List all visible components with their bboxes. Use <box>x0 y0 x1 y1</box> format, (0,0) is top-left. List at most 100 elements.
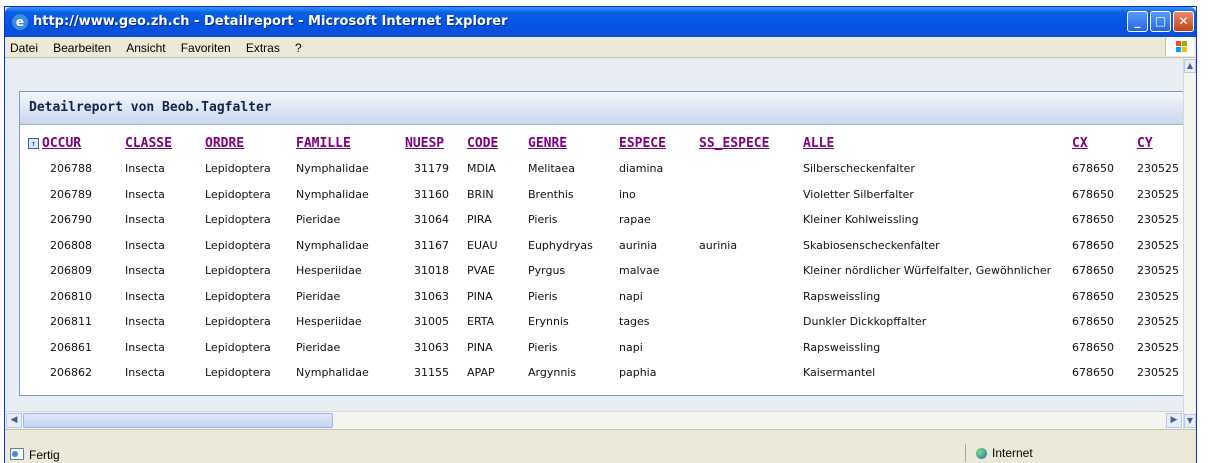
cell-classe: Insecta <box>125 315 165 329</box>
cell-cy: 230525 <box>1137 264 1179 278</box>
cell-nuesp: 31063 <box>414 289 449 303</box>
cell-code: PINA <box>467 340 493 354</box>
menu-extras[interactable]: Extras <box>241 38 285 55</box>
cell-ordre: Lepidoptera <box>205 289 271 303</box>
cell-ss-espece <box>699 284 803 310</box>
cell-code: PVAE <box>467 264 495 278</box>
cell-genre: Pieris <box>528 213 558 227</box>
cell-nuesp: 31005 <box>414 315 449 329</box>
table-row: 206810 Insecta Lepidoptera Pieridae 31063 PIN… <box>28 284 1183 310</box>
column-header-ordre[interactable]: ORDRE <box>205 136 296 156</box>
cell-cx: 678650 <box>1072 187 1114 201</box>
cell-classe: Insecta <box>125 238 165 252</box>
scroll-up-arrow-icon[interactable]: ▲ <box>1184 59 1196 73</box>
cell-ss-espece <box>699 360 803 386</box>
cell-cx: 678650 <box>1072 213 1114 227</box>
table-row: 206788 Insecta Lepidoptera Nymphalidae 31179… <box>28 156 1183 182</box>
cell-alle: Violetter Silberfalter <box>803 187 914 201</box>
menu-datei[interactable]: Datei <box>5 38 43 55</box>
column-header-occur[interactable]: ↑ OCCUR <box>28 136 125 156</box>
cell-ss-espece: aurinia <box>699 238 738 252</box>
cell-espece: napi <box>619 289 643 303</box>
cell-ss-espece <box>699 156 803 182</box>
horizontal-scroll-thumb[interactable] <box>23 413 333 428</box>
windows-logo-icon <box>1165 37 1194 56</box>
menu-favoriten[interactable]: Favoriten <box>176 38 236 55</box>
column-header-famille[interactable]: FAMILLE <box>296 136 405 156</box>
title-bar[interactable]: e http://www.geo.zh.ch - Detailreport - … <box>5 7 1196 37</box>
cell-espece: diamina <box>619 162 664 176</box>
scroll-right-arrow-icon[interactable]: ▶ <box>1166 413 1182 428</box>
cell-cy: 230525 <box>1137 162 1179 176</box>
cell-occur: 206862 <box>50 366 92 380</box>
vertical-scrollbar[interactable]: ▲ ▼ <box>1183 58 1196 429</box>
table-body: 206788 Insecta Lepidoptera Nymphalidae 31179… <box>28 156 1183 386</box>
cell-occur: 206861 <box>50 340 92 354</box>
cell-famille: Hesperiidae <box>296 264 362 278</box>
cell-cx: 678650 <box>1072 315 1114 329</box>
cell-espece: malvae <box>619 264 660 278</box>
cell-famille: Pieridae <box>296 289 341 303</box>
cell-ordre: Lepidoptera <box>205 264 271 278</box>
cell-code: PINA <box>467 289 493 303</box>
cell-cy: 230525 <box>1137 340 1179 354</box>
sort-icon[interactable]: ↑ <box>28 138 39 149</box>
close-button[interactable]: ✕ <box>1173 11 1194 32</box>
table-row: 206862 Insecta Lepidoptera Nymphalidae 31155… <box>28 360 1183 386</box>
scroll-left-arrow-icon[interactable]: ◀ <box>6 413 22 428</box>
cell-classe: Insecta <box>125 213 165 227</box>
cell-genre: Pieris <box>528 340 558 354</box>
scroll-down-arrow-icon[interactable]: ▼ <box>1184 414 1196 428</box>
menu-ansicht[interactable]: Ansicht <box>121 38 170 55</box>
cell-cy: 230525 <box>1137 289 1179 303</box>
cell-cy: 230525 <box>1137 187 1179 201</box>
cell-alle: Rapsweissling <box>803 289 881 303</box>
cell-ordre: Lepidoptera <box>205 238 271 252</box>
column-header-espece[interactable]: ESPECE <box>619 136 699 156</box>
cell-famille: Hesperiidae <box>296 315 362 329</box>
cell-nuesp: 31063 <box>414 340 449 354</box>
cell-occur: 206811 <box>50 315 92 329</box>
cell-classe: Insecta <box>125 340 165 354</box>
cell-classe: Insecta <box>125 162 165 176</box>
cell-famille: Nymphalidae <box>296 366 369 380</box>
window-title: http://www.geo.zh.ch - Detailreport - Mi… <box>33 14 508 29</box>
cell-cx: 678650 <box>1072 162 1114 176</box>
column-header-code[interactable]: CODE <box>467 136 528 156</box>
horizontal-scrollbar[interactable]: ◀ ▶ <box>5 411 1183 429</box>
cell-code: BRIN <box>467 187 494 201</box>
cell-famille: Nymphalidae <box>296 187 369 201</box>
report-title: Detailreport von Beob.Tagfalter <box>29 100 272 115</box>
minimize-button[interactable]: _ <box>1127 11 1148 32</box>
column-header-ss-espece[interactable]: SS_ESPECE <box>699 136 803 156</box>
cell-ordre: Lepidoptera <box>205 340 271 354</box>
cell-nuesp: 31064 <box>414 213 449 227</box>
column-header-cy[interactable]: CY <box>1137 136 1183 156</box>
cell-nuesp: 31155 <box>414 366 449 380</box>
cell-code: APAP <box>467 366 495 380</box>
column-header-classe[interactable]: CLASSE <box>125 136 205 156</box>
cell-ss-espece <box>699 335 803 361</box>
menu-bar: Datei Bearbeiten Ansicht Favoriten Extra… <box>5 37 1196 58</box>
globe-icon <box>976 448 987 459</box>
menu-help[interactable]: ? <box>290 38 307 55</box>
cell-occur: 206810 <box>50 289 92 303</box>
cell-occur: 206809 <box>50 264 92 278</box>
cell-ss-espece <box>699 258 803 284</box>
menu-bearbeiten[interactable]: Bearbeiten <box>48 38 116 55</box>
column-header-cx[interactable]: CX <box>1072 136 1137 156</box>
cell-cy: 230525 <box>1137 213 1179 227</box>
column-header-alle[interactable]: ALLE <box>803 136 1072 156</box>
cell-famille: Nymphalidae <box>296 162 369 176</box>
status-bar: Fertig Internet <box>5 429 1196 463</box>
cell-cy: 230525 <box>1137 315 1179 329</box>
column-header-genre[interactable]: GENRE <box>528 136 619 156</box>
cell-code: PIRA <box>467 213 492 227</box>
cell-code: MDIA <box>467 162 496 176</box>
cell-alle: Dunkler Dickkopffalter <box>803 315 927 329</box>
report-panel: Detailreport von Beob.Tagfalter ↑ OCCUR C… <box>19 91 1183 396</box>
maximize-button[interactable]: □ <box>1150 11 1171 32</box>
table-row: 206790 Insecta Lepidoptera Pieridae 31064 PIR… <box>28 207 1183 233</box>
table-row: 206808 Insecta Lepidoptera Nymphalidae 31167… <box>28 233 1183 259</box>
column-header-nuesp[interactable]: NUESP <box>405 136 467 156</box>
